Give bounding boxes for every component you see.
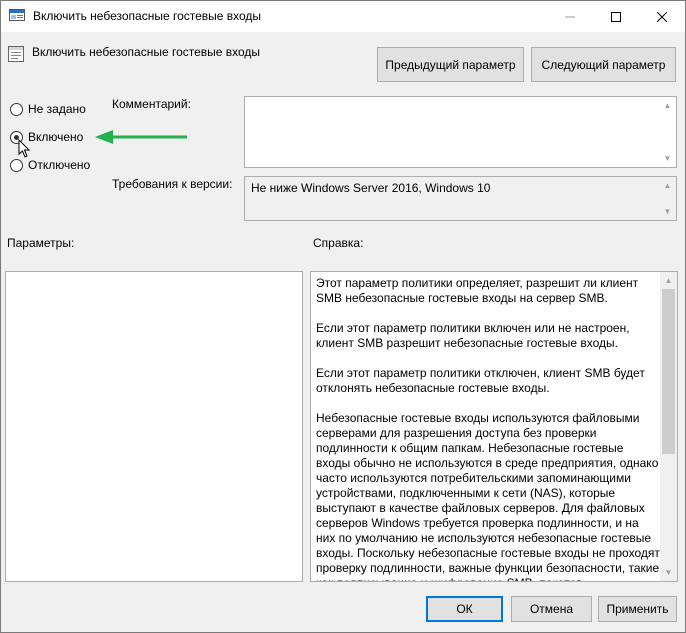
radio-not-configured[interactable]: Не задано — [10, 102, 86, 116]
scroll-up-icon[interactable]: ▲ — [659, 177, 676, 194]
radio-label: Включено — [28, 130, 84, 144]
parameters-label: Параметры: — [7, 236, 75, 250]
close-icon — [657, 11, 667, 22]
maximize-button[interactable] — [593, 1, 639, 32]
title-bar[interactable]: Включить небезопасные гостевые входы — [1, 1, 685, 32]
radio-disabled[interactable]: Отключено — [10, 158, 90, 172]
policy-dialog: Включить небезопасные гостевые входы Вкл… — [0, 0, 686, 633]
scroll-thumb[interactable] — [662, 289, 675, 454]
policy-app-icon — [9, 9, 25, 21]
version-field: Не ниже Windows Server 2016, Windows 10 … — [244, 176, 677, 221]
help-text: Этот параметр политики определяет, разре… — [316, 276, 661, 581]
mouse-cursor-icon — [18, 139, 31, 158]
window-title: Включить небезопасные гостевые входы — [33, 9, 262, 23]
radio-label: Не задано — [28, 102, 86, 116]
scroll-up-icon[interactable]: ▲ — [659, 97, 676, 114]
radio-circle[interactable] — [10, 102, 23, 116]
comment-textarea[interactable]: ▲ ▼ — [244, 96, 677, 168]
parameters-panel — [5, 271, 303, 582]
scroll-down-icon[interactable]: ▼ — [659, 150, 676, 167]
scroll-up-icon[interactable]: ▲ — [660, 272, 677, 289]
close-button[interactable] — [639, 1, 685, 32]
next-setting-button[interactable]: Следующий параметр — [531, 47, 676, 82]
green-arrow-annotation-icon — [95, 130, 187, 144]
radio-circle[interactable] — [10, 158, 23, 172]
policy-name: Включить небезопасные гостевые входы — [32, 45, 261, 59]
help-scrollbar[interactable]: ▲ ▼ — [660, 272, 677, 581]
help-paragraph: Этот параметр политики определяет, разре… — [316, 276, 639, 305]
minimize-button[interactable] — [547, 1, 593, 32]
minimize-icon — [565, 16, 575, 17]
version-label: Требования к версии: — [112, 177, 233, 191]
apply-button[interactable]: Применить — [598, 596, 677, 622]
help-panel[interactable]: Этот параметр политики определяет, разре… — [310, 271, 678, 582]
help-label: Справка: — [313, 236, 364, 250]
scroll-down-icon[interactable]: ▼ — [659, 203, 676, 220]
help-paragraph: Если этот параметр политики включен или … — [316, 321, 630, 350]
maximize-icon — [611, 11, 621, 22]
comment-scrollbar[interactable]: ▲ ▼ — [659, 97, 676, 167]
version-value: Не ниже Windows Server 2016, Windows 10 — [251, 181, 491, 195]
radio-label: Отключено — [28, 158, 91, 172]
help-paragraph: Если этот параметр политики отключен, кл… — [316, 366, 645, 395]
comment-label: Комментарий: — [112, 97, 191, 111]
version-scrollbar[interactable]: ▲ ▼ — [659, 177, 676, 220]
help-paragraph: Небезопасные гостевые входы используются… — [316, 411, 660, 581]
scroll-down-icon[interactable]: ▼ — [660, 564, 677, 581]
policy-setting-icon — [8, 46, 24, 62]
previous-setting-button[interactable]: Предыдущий параметр — [377, 47, 524, 82]
ok-button[interactable]: ОК — [426, 596, 503, 622]
cancel-button[interactable]: Отмена — [511, 596, 592, 622]
